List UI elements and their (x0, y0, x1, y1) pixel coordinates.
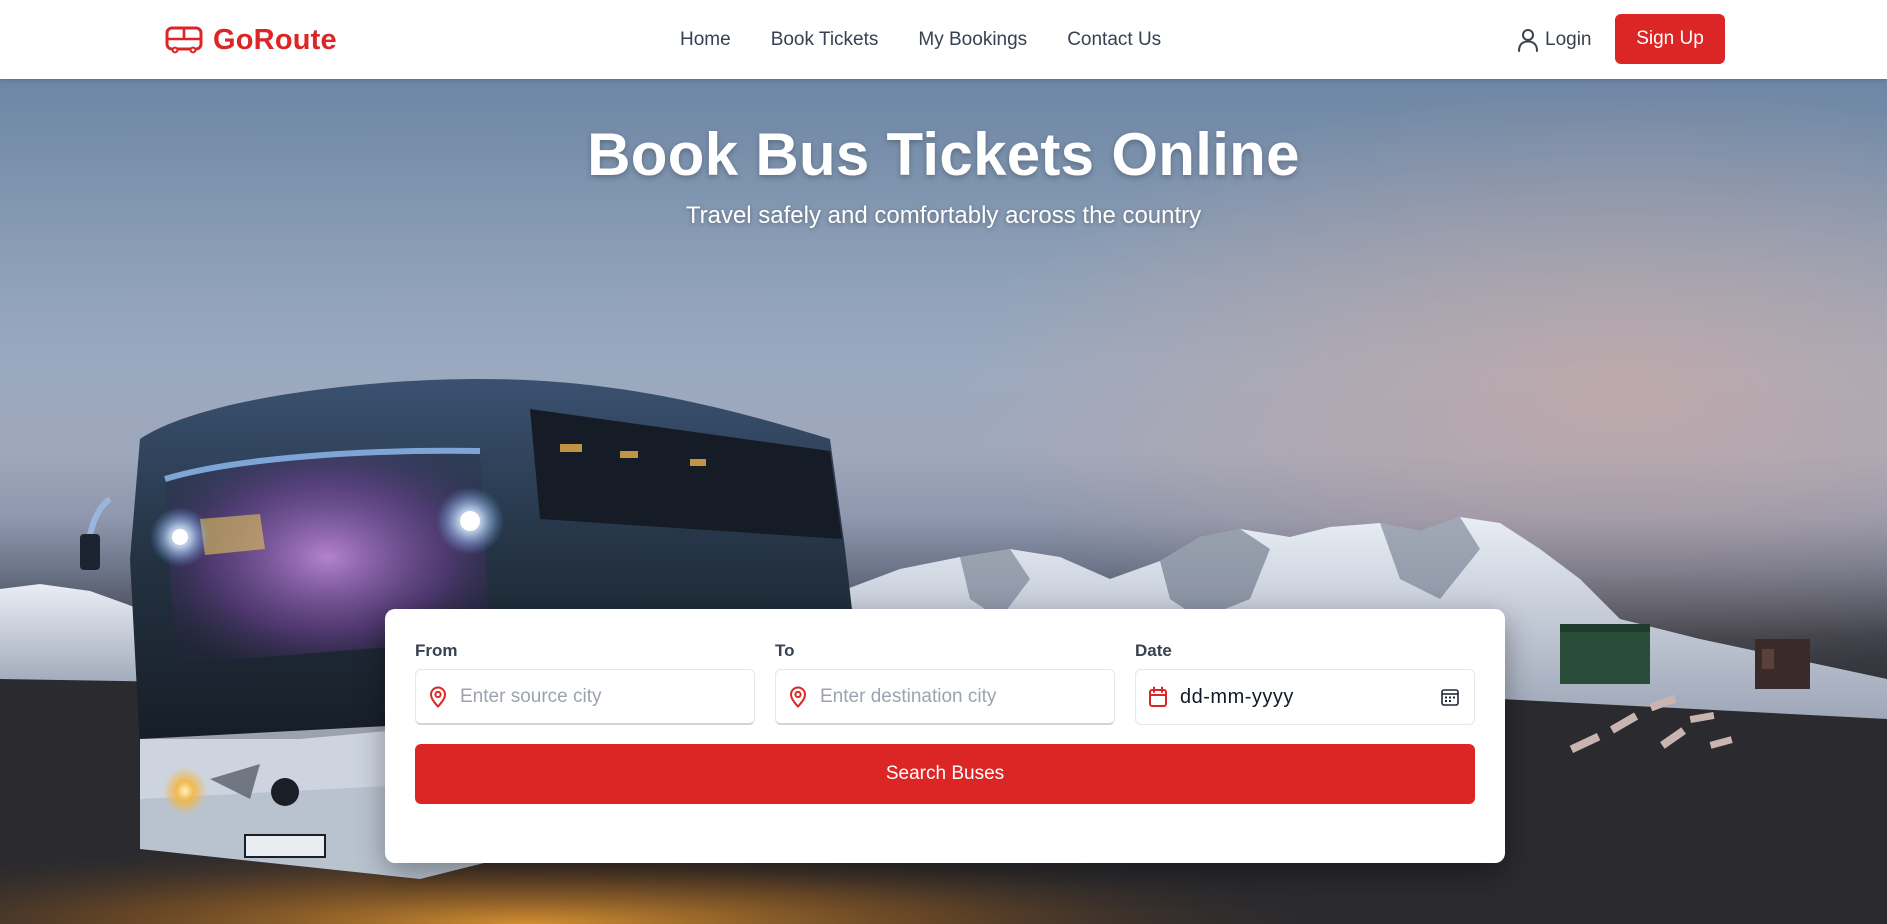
date-field[interactable]: dd-mm-yyyy (1135, 669, 1475, 725)
hero-title: Book Bus Tickets Online (587, 121, 1300, 188)
login-link[interactable]: Login (1517, 22, 1592, 58)
nav-link-book-tickets[interactable]: Book Tickets (771, 29, 879, 51)
signup-button[interactable]: Sign Up (1615, 14, 1725, 64)
nav-link-contact-us[interactable]: Contact Us (1067, 29, 1161, 51)
to-input[interactable] (820, 676, 1100, 717)
date-input[interactable]: dd-mm-yyyy (1180, 686, 1440, 709)
from-field-group: From (415, 641, 755, 725)
map-pin-icon (429, 685, 447, 708)
hero-subtitle: Travel safely and comfortably across the… (685, 202, 1202, 229)
bus-search-form: From To Date dd-mm- (385, 609, 1505, 863)
calendar-picker-icon[interactable] (1440, 687, 1460, 707)
nav-link-my-bookings[interactable]: My Bookings (918, 29, 1027, 51)
date-label: Date (1135, 641, 1172, 660)
map-pin-icon (789, 685, 807, 708)
from-field[interactable] (415, 669, 755, 725)
brand-name: GoRoute (213, 23, 337, 56)
to-label: To (775, 641, 795, 660)
to-field[interactable] (775, 669, 1115, 725)
from-input[interactable] (460, 676, 740, 717)
main-nav: Home Book Tickets My Bookings Contact Us (680, 0, 1161, 79)
to-field-group: To (775, 641, 1115, 725)
calendar-icon (1149, 686, 1167, 707)
user-icon (1518, 29, 1538, 52)
brand-logo[interactable]: GoRoute (165, 20, 337, 60)
login-label: Login (1545, 29, 1592, 50)
bus-icon (165, 26, 203, 54)
navbar: GoRoute Home Book Tickets My Bookings Co… (0, 0, 1887, 79)
search-buses-button[interactable]: Search Buses (415, 744, 1475, 804)
nav-link-home[interactable]: Home (680, 29, 731, 51)
date-field-group: Date dd-mm-yyyy (1135, 641, 1475, 725)
from-label: From (415, 641, 458, 660)
